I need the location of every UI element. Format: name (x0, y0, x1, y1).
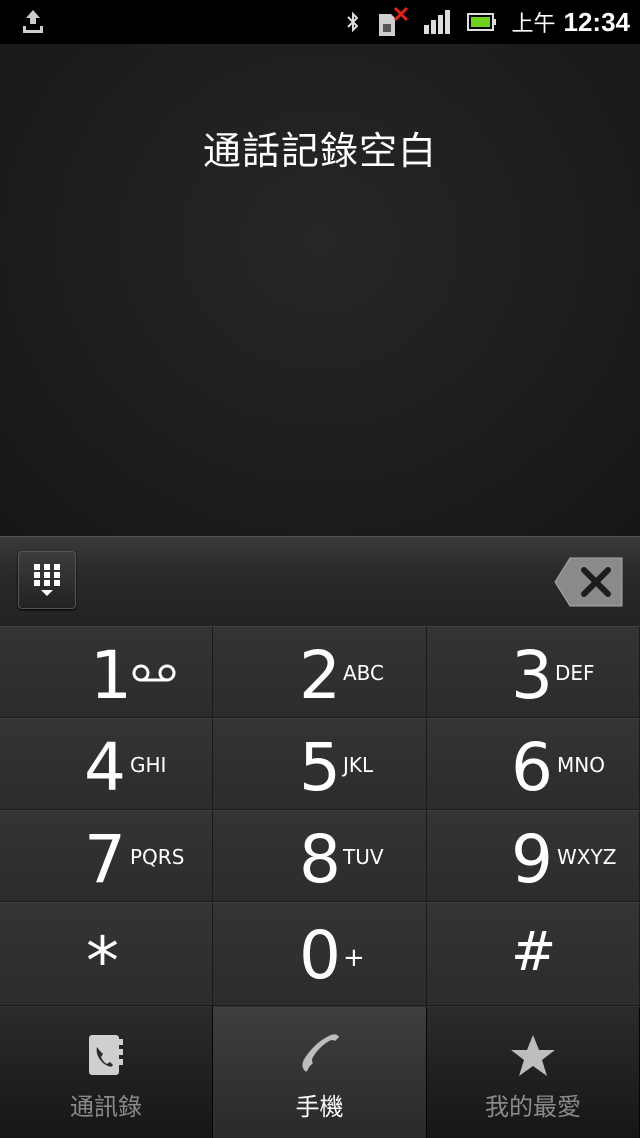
clock-time: 12:34 (563, 7, 631, 37)
key-digit: 9 (511, 821, 553, 898)
no-sim-icon (379, 6, 409, 36)
status-bar: 上午 12:34 (0, 0, 640, 44)
key-letters: GHI (130, 753, 167, 777)
key-letters: WXYZ (557, 845, 617, 869)
voicemail-icon (132, 664, 176, 682)
key-letters: TUV (343, 845, 384, 869)
contacts-icon (89, 1035, 123, 1075)
dialpad-icon (34, 564, 60, 596)
tab-phone[interactable]: 手機 (213, 1006, 427, 1138)
key-digit: 3 (511, 637, 553, 714)
key-2[interactable]: 2 ABC (213, 626, 427, 718)
signal-strength-icon (424, 10, 451, 34)
key-digit: # (511, 920, 557, 983)
upload-notification-icon (23, 10, 43, 33)
key-digit: 4 (84, 729, 126, 806)
key-digit: * (86, 923, 119, 1000)
key-9[interactable]: 9 WXYZ (427, 810, 640, 902)
key-digit: 5 (299, 729, 341, 806)
key-1[interactable]: 1 (0, 626, 213, 718)
key-digit: 7 (84, 821, 126, 898)
key-digit: 2 (299, 637, 341, 714)
key-letters: MNO (557, 753, 605, 777)
key-letters: DEF (555, 661, 595, 685)
key-letters: PQRS (130, 845, 185, 869)
bluetooth-icon (347, 11, 359, 33)
dial-keypad: 1 2 ABC 3 DEF 4 GHI 5 JKL 6 MNO 7 PQRS 8… (0, 626, 640, 1006)
key-letters: + (343, 943, 365, 973)
call-log-area: 通話記錄空白 (0, 44, 640, 536)
key-hash[interactable]: # (427, 902, 640, 1006)
key-4[interactable]: 4 GHI (0, 718, 213, 810)
dial-input-bar (0, 536, 640, 628)
key-digit: 6 (511, 729, 553, 806)
key-star[interactable]: * (0, 902, 213, 1006)
key-3[interactable]: 3 DEF (427, 626, 640, 718)
key-0[interactable]: 0 + (213, 902, 427, 1006)
clock-ampm: 上午 (511, 12, 556, 37)
tab-label: 手機 (295, 1093, 344, 1121)
backspace-button[interactable] (554, 557, 624, 607)
key-8[interactable]: 8 TUV (213, 810, 427, 902)
tab-label: 我的最愛 (485, 1093, 581, 1121)
tab-contacts[interactable]: 通訊錄 (0, 1006, 213, 1138)
key-digit: 0 (299, 917, 341, 994)
key-digit: 1 (90, 637, 132, 714)
dialpad-toggle-button[interactable] (18, 551, 76, 609)
key-letters: ABC (343, 661, 385, 685)
key-7[interactable]: 7 PQRS (0, 810, 213, 902)
key-6[interactable]: 6 MNO (427, 718, 640, 810)
backspace-icon (554, 557, 623, 607)
key-digit: 8 (299, 821, 341, 898)
battery-icon (467, 13, 497, 31)
phone-icon (301, 1034, 339, 1072)
key-letters: JKL (343, 753, 374, 777)
star-icon (511, 1035, 555, 1076)
tab-label: 通訊錄 (70, 1093, 142, 1121)
key-5[interactable]: 5 JKL (213, 718, 427, 810)
bottom-tab-bar: 通訊錄 手機 我的最愛 (0, 1006, 640, 1138)
tab-favorites[interactable]: 我的最愛 (427, 1006, 640, 1138)
call-log-empty-message: 通話記錄空白 (202, 129, 437, 173)
clock: 上午 12:34 (511, 6, 630, 38)
